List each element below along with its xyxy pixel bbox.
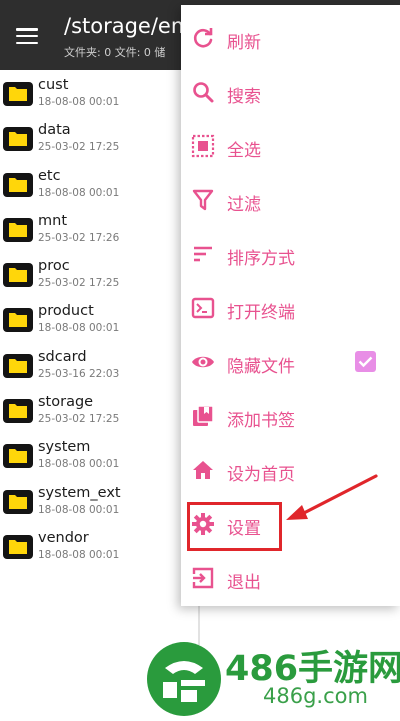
menu-item-label: 打开终端 xyxy=(227,303,295,323)
menu-item-label: 排序方式 xyxy=(227,249,295,269)
menu-item-label: 刷新 xyxy=(227,33,261,53)
file-name: mnt xyxy=(38,212,67,229)
exit-icon xyxy=(192,567,214,589)
menu-item-label: 搜索 xyxy=(227,87,261,107)
file-name: storage xyxy=(38,394,94,411)
file-list: cust 18-08-08 00:01 data 25-03-02 17:25 … xyxy=(0,73,196,571)
menu-item-exit[interactable]: 退出 xyxy=(181,552,400,606)
file-row[interactable]: system 18-08-08 00:01 xyxy=(0,435,196,480)
file-name: cust xyxy=(38,77,69,93)
file-name: system_ext xyxy=(38,484,121,501)
menu-item-label: 全选 xyxy=(227,141,261,161)
pointer-arrow xyxy=(286,474,378,520)
file-row[interactable]: product 18-08-08 00:01 xyxy=(0,299,196,344)
folder-icon xyxy=(3,127,33,152)
checkmark-icon xyxy=(358,356,373,368)
watermark-domain: 486g.com xyxy=(263,684,368,708)
file-row[interactable]: proc 25-03-02 17:25 xyxy=(0,254,196,299)
file-date: 25-03-02 17:25 xyxy=(38,277,120,290)
menu-item-hidden-files[interactable]: 隐藏文件 xyxy=(181,336,400,390)
terminal-icon xyxy=(191,297,215,319)
menu-item-bookmark[interactable]: 添加书签 xyxy=(181,390,400,444)
menu-item-sort[interactable]: 排序方式 xyxy=(181,228,400,282)
search-icon xyxy=(193,82,214,103)
menu-item-refresh[interactable]: 刷新 xyxy=(181,12,400,66)
file-date: 18-08-08 00:01 xyxy=(38,458,120,471)
folder-icon xyxy=(3,444,33,469)
menu-item-terminal[interactable]: 打开终端 xyxy=(181,282,400,336)
menu-hamburger-icon[interactable] xyxy=(16,28,38,44)
menu-item-label: 添加书签 xyxy=(227,411,295,431)
menu-item-label: 隐藏文件 xyxy=(227,357,295,377)
file-date: 25-03-02 17:26 xyxy=(38,231,120,244)
menu-item-label: 退出 xyxy=(227,573,261,593)
select-all-icon xyxy=(191,134,215,158)
file-name: product xyxy=(38,303,94,320)
folder-icon xyxy=(3,534,33,559)
file-row[interactable]: data 25-03-02 17:25 xyxy=(0,118,196,163)
file-date: 25-03-02 17:25 xyxy=(38,413,120,426)
folder-icon xyxy=(3,489,33,514)
folder-icon xyxy=(3,308,33,333)
path-summary: 文件夹: 0 文件: 0 储 xyxy=(64,46,166,59)
settings-highlight-box xyxy=(187,502,282,551)
home-icon xyxy=(193,461,213,479)
filter-icon xyxy=(192,189,214,211)
folder-icon xyxy=(3,399,33,424)
refresh-icon xyxy=(193,28,213,48)
file-date: 18-08-08 00:01 xyxy=(38,322,120,335)
file-row[interactable]: mnt 25-03-02 17:26 xyxy=(0,209,196,254)
menu-item-label: 过滤 xyxy=(227,195,261,215)
file-name: data xyxy=(38,122,71,139)
file-row[interactable]: system_ext 18-08-08 00:01 xyxy=(0,481,196,526)
file-date: 18-08-08 00:01 xyxy=(38,503,120,516)
folder-icon xyxy=(3,82,33,106)
folder-icon xyxy=(3,263,33,288)
folder-icon xyxy=(3,172,33,197)
watermark-logo xyxy=(147,642,221,716)
menu-item-select-all[interactable]: 全选 xyxy=(181,120,400,174)
folder-icon xyxy=(3,353,33,378)
menu-item-search[interactable]: 搜索 xyxy=(181,66,400,120)
eye-icon xyxy=(192,356,214,368)
sort-icon xyxy=(194,246,212,262)
menu-item-filter[interactable]: 过滤 xyxy=(181,174,400,228)
file-row[interactable]: etc 18-08-08 00:01 xyxy=(0,164,196,209)
file-date: 25-03-02 17:25 xyxy=(38,141,120,154)
file-name: system xyxy=(38,439,91,456)
file-date: 18-08-08 00:01 xyxy=(38,96,120,108)
file-date: 18-08-08 00:01 xyxy=(38,186,120,199)
file-name: etc xyxy=(38,167,61,184)
bookmark-icon xyxy=(193,405,214,426)
file-name: sdcard xyxy=(38,348,87,365)
file-row[interactable]: cust 18-08-08 00:01 xyxy=(0,73,196,118)
folder-icon xyxy=(3,217,33,242)
file-date: 18-08-08 00:01 xyxy=(38,548,120,561)
file-name: vendor xyxy=(38,529,89,546)
watermark: 486手游网 486g.com xyxy=(145,638,400,718)
file-row[interactable]: sdcard 25-03-16 22:03 xyxy=(0,345,196,390)
file-date: 25-03-16 22:03 xyxy=(38,367,120,380)
file-name: proc xyxy=(38,258,70,275)
file-row[interactable]: storage 25-03-02 17:25 xyxy=(0,390,196,435)
file-row[interactable]: vendor 18-08-08 00:01 xyxy=(0,526,196,571)
hidden-files-checkbox[interactable] xyxy=(355,351,376,372)
